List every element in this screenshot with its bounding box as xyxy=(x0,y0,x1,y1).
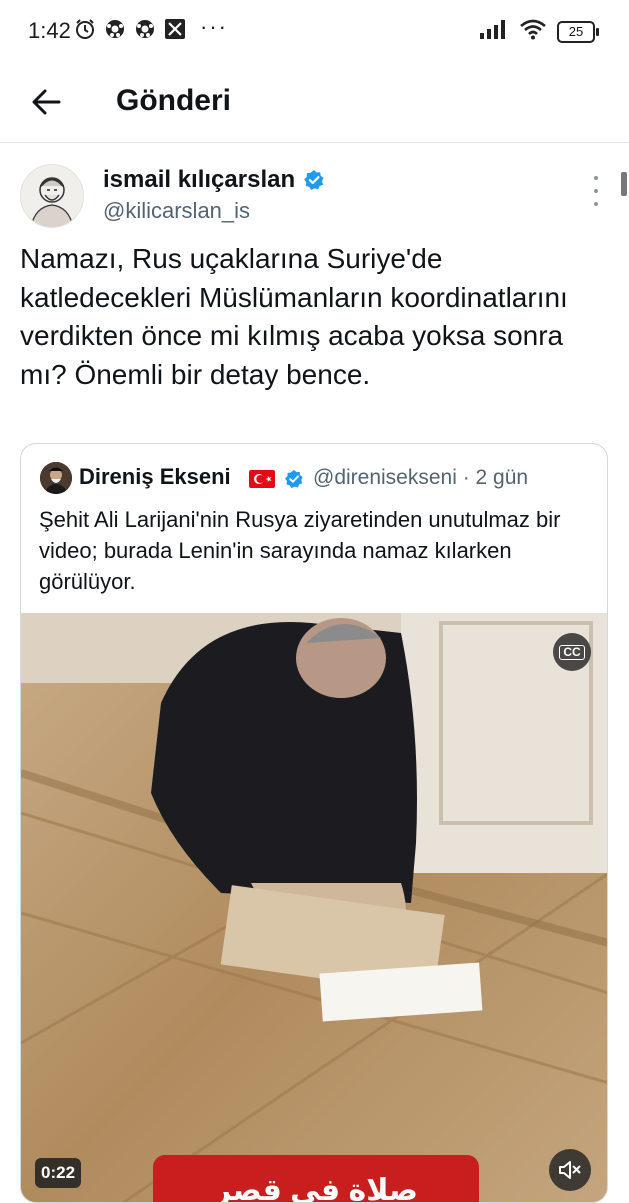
quoted-author-name: Direniş Ekseni xyxy=(79,464,231,489)
back-button[interactable] xyxy=(26,82,66,122)
turkey-flag-icon xyxy=(249,470,275,488)
status-system-icons: 25 xyxy=(479,18,599,45)
status-bar: 1:42 ··· 25 xyxy=(0,0,629,62)
cc-icon: CC xyxy=(559,644,585,660)
author-avatar[interactable] xyxy=(20,164,84,228)
scrollbar[interactable] xyxy=(621,172,627,196)
page-title: Gönderi xyxy=(116,84,232,117)
quoted-author-avatar xyxy=(40,462,72,494)
author-handle[interactable]: @kilicarslan_is xyxy=(103,198,250,224)
video-frame xyxy=(21,613,607,1202)
wifi-icon xyxy=(519,18,547,45)
more-notifications-icon: ··· xyxy=(200,14,228,39)
alarm-icon xyxy=(74,18,96,40)
verified-badge-icon xyxy=(285,469,303,489)
verified-badge-icon xyxy=(304,170,324,190)
video-player[interactable]: CC 0:22 صلاة في قصر الكرملين xyxy=(21,613,607,1202)
battery-icon: 25 xyxy=(557,20,599,43)
more-vertical-icon xyxy=(594,176,598,180)
video-duration: 0:22 xyxy=(35,1158,82,1188)
video-caption-banner: صلاة في قصر الكرملين xyxy=(153,1155,479,1202)
post-more-options-button[interactable] xyxy=(586,176,606,206)
football-icon xyxy=(104,18,126,40)
quoted-handle-time: @direnisekseni · 2 gün xyxy=(313,466,529,489)
post-text: Namazı, Rus uçaklarına Suriye'de katlede… xyxy=(20,243,568,390)
status-time: 1:42 xyxy=(28,18,71,43)
signal-icon xyxy=(479,19,509,44)
closed-captions-button[interactable]: CC xyxy=(553,633,591,671)
football-icon xyxy=(134,18,156,40)
status-notification-icons xyxy=(74,18,186,40)
arrow-left-icon xyxy=(32,89,61,115)
author-name[interactable]: ismail kılıçarslan xyxy=(103,166,295,194)
x-app-icon xyxy=(164,18,186,40)
speaker-muted-icon xyxy=(559,1161,581,1179)
top-app-bar: Gönderi xyxy=(0,62,629,143)
quoted-post-card[interactable]: Direniş Ekseni @direnisekseni · 2 gün Şe… xyxy=(20,443,608,1203)
mute-button[interactable] xyxy=(549,1149,591,1191)
quoted-post-text: Şehit Ali Larijani'nin Rusya ziyaretinde… xyxy=(39,507,561,594)
